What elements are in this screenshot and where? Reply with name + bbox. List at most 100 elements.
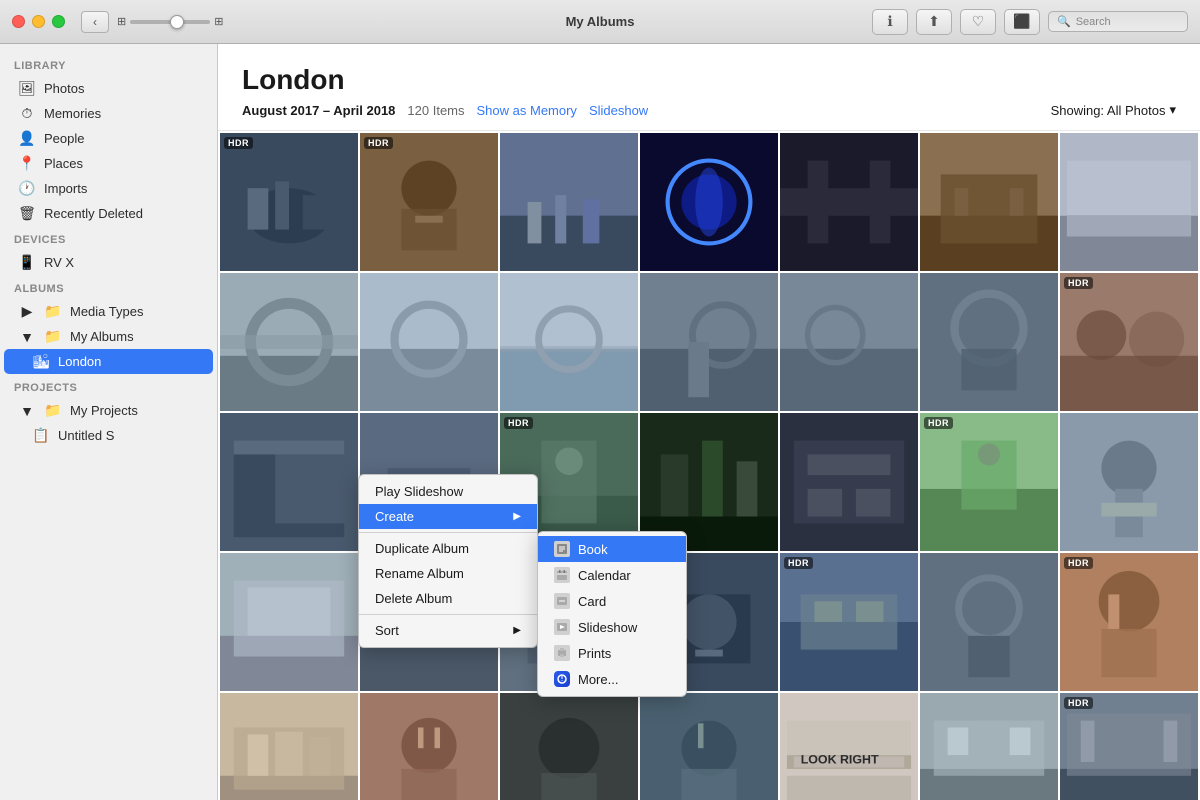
photo-cell[interactable] — [640, 693, 778, 800]
my-albums-folder-icon: 📁 — [44, 328, 62, 345]
imports-icon: 🕐 — [18, 180, 36, 197]
hdr-badge: HDR — [504, 417, 533, 429]
photo-cell[interactable]: HDR — [1060, 273, 1198, 411]
places-icon: 📍 — [18, 155, 36, 172]
info-button[interactable]: ℹ — [872, 9, 908, 35]
media-types-chevron-icon: ▶ — [18, 303, 36, 320]
sub-item-prints[interactable]: Prints — [538, 640, 686, 666]
maximize-button[interactable] — [52, 15, 65, 28]
sidebar-item-rv-x[interactable]: 📱 RV X — [4, 250, 213, 275]
nav-buttons: ‹ — [81, 11, 109, 33]
sidebar-item-imports[interactable]: 🕐 Imports — [4, 176, 213, 201]
sub-item-slideshow[interactable]: Slideshow — [538, 614, 686, 640]
minimize-button[interactable] — [32, 15, 45, 28]
photo-cell[interactable] — [780, 413, 918, 551]
photo-cell[interactable] — [500, 133, 638, 271]
zoom-slider-container: ⊞ ⊞ — [117, 15, 223, 28]
photo-cell[interactable]: HDR — [920, 413, 1058, 551]
sub-item-book[interactable]: Book — [538, 536, 686, 562]
photo-cell[interactable] — [920, 693, 1058, 800]
sidebar-item-memories[interactable]: ⏱ Memories — [4, 101, 213, 126]
ctx-play-slideshow[interactable]: Play Slideshow — [359, 479, 537, 504]
sidebar-item-london[interactable]: 🏙 London — [4, 349, 213, 374]
photo-cell[interactable]: LOOK RIGHT — [780, 693, 918, 800]
sidebar-item-imports-label: Imports — [44, 181, 87, 196]
hdr-badge: HDR — [364, 137, 393, 149]
app-body: Library 🖼 Photos ⏱ Memories 👤 People 📍 P… — [0, 44, 1200, 800]
sidebar-item-people[interactable]: 👤 People — [4, 126, 213, 151]
ctx-sort[interactable]: Sort ▶ — [359, 618, 537, 643]
sub-item-card[interactable]: Card — [538, 588, 686, 614]
search-placeholder: Search — [1076, 16, 1111, 28]
photo-cell[interactable]: HDR — [220, 133, 358, 271]
sub-item-more[interactable]: More... — [538, 666, 686, 692]
sidebar-item-photos[interactable]: 🖼 Photos — [4, 76, 213, 101]
photo-cell[interactable] — [920, 553, 1058, 691]
zoom-large-icon: ⊞ — [214, 15, 223, 28]
sidebar-item-my-albums[interactable]: ▼ 📁 My Albums — [4, 324, 213, 349]
close-button[interactable] — [12, 15, 25, 28]
ctx-create[interactable]: Create ▶ — [359, 504, 537, 529]
showing-dropdown[interactable]: Showing: All Photos ▾ — [1051, 102, 1176, 118]
ctx-rename-album[interactable]: Rename Album — [359, 561, 537, 586]
photo-cell[interactable] — [360, 273, 498, 411]
sub-item-calendar[interactable]: Calendar — [538, 562, 686, 588]
photo-cell[interactable] — [220, 413, 358, 551]
sidebar: Library 🖼 Photos ⏱ Memories 👤 People 📍 P… — [0, 44, 218, 800]
sidebar-item-untitled[interactable]: 📋 Untitled S — [4, 423, 213, 448]
photo-cell[interactable] — [220, 693, 358, 800]
photo-cell[interactable] — [360, 693, 498, 800]
back-button[interactable]: ‹ — [81, 11, 109, 33]
export-button[interactable]: ⬛ — [1004, 9, 1040, 35]
photo-cell[interactable] — [920, 133, 1058, 271]
sidebar-item-places-label: Places — [44, 156, 83, 171]
hdr-badge: HDR — [224, 137, 253, 149]
calendar-icon — [554, 567, 570, 583]
photo-cell[interactable] — [780, 273, 918, 411]
photo-cell[interactable] — [500, 273, 638, 411]
search-icon: 🔍 — [1057, 15, 1071, 28]
search-box[interactable]: 🔍 Search — [1048, 11, 1188, 32]
sidebar-item-rv-x-label: RV X — [44, 255, 74, 270]
my-projects-folder-icon: 📁 — [44, 402, 62, 419]
sidebar-item-untitled-label: Untitled S — [58, 428, 114, 443]
library-section-header: Library — [0, 52, 217, 76]
devices-section-header: Devices — [0, 226, 217, 250]
show-as-memory-link[interactable]: Show as Memory — [477, 103, 577, 118]
ctx-delete-album[interactable]: Delete Album — [359, 586, 537, 611]
slideshow-link[interactable]: Slideshow — [589, 103, 648, 118]
zoom-thumb[interactable] — [170, 15, 184, 29]
photo-cell[interactable] — [1060, 133, 1198, 271]
hdr-badge: HDR — [784, 557, 813, 569]
photo-grid: HDR HDR — [218, 131, 1200, 800]
sidebar-item-recently-deleted[interactable]: 🗑 Recently Deleted — [4, 201, 213, 226]
photo-cell[interactable] — [220, 273, 358, 411]
photo-cell[interactable] — [640, 273, 778, 411]
context-menu: Play Slideshow Create ▶ Duplicate Album … — [358, 474, 538, 648]
create-submenu: Book Calendar Card — [537, 531, 687, 697]
album-title: London — [242, 64, 1176, 96]
sidebar-item-my-projects[interactable]: ▼ 📁 My Projects — [4, 398, 213, 423]
my-albums-chevron-icon: ▼ — [18, 329, 36, 345]
photo-cell[interactable] — [220, 553, 358, 691]
photo-cell[interactable]: HDR — [780, 553, 918, 691]
photo-cell[interactable]: HDR — [360, 133, 498, 271]
photo-cell[interactable] — [920, 273, 1058, 411]
london-album-icon: 🏙 — [32, 353, 50, 370]
ctx-duplicate-album[interactable]: Duplicate Album — [359, 536, 537, 561]
titlebar-actions: ℹ ⬆ ♡ ⬛ 🔍 Search — [872, 9, 1188, 35]
hdr-badge: HDR — [1064, 277, 1093, 289]
photo-cell[interactable] — [780, 133, 918, 271]
content-header: London August 2017 – April 2018 120 Item… — [218, 44, 1200, 131]
photo-cell[interactable] — [1060, 413, 1198, 551]
photo-cell[interactable] — [640, 133, 778, 271]
photo-cell[interactable] — [500, 693, 638, 800]
sidebar-item-london-label: London — [58, 354, 101, 369]
sidebar-item-media-types[interactable]: ▶ 📁 Media Types — [4, 299, 213, 324]
photo-cell[interactable]: HDR — [1060, 553, 1198, 691]
favorite-button[interactable]: ♡ — [960, 9, 996, 35]
zoom-track[interactable] — [130, 20, 210, 24]
photo-cell[interactable]: HDR — [1060, 693, 1198, 800]
share-button[interactable]: ⬆ — [916, 9, 952, 35]
sidebar-item-places[interactable]: 📍 Places — [4, 151, 213, 176]
